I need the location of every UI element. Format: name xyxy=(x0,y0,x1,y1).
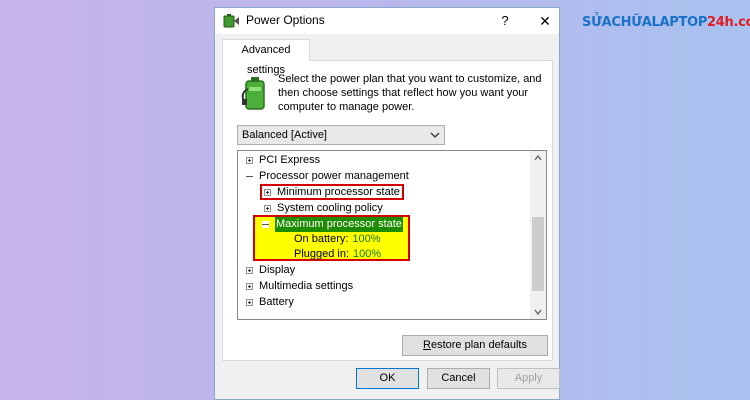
restore-hotkey-letter: R xyxy=(423,339,431,351)
tree-item-label: PCI Express xyxy=(259,154,321,166)
tab-advanced-settings[interactable]: Advanced settings xyxy=(222,39,310,76)
tree-item-label: Display xyxy=(259,264,296,276)
apply-button[interactable]: Apply xyxy=(497,368,560,389)
scroll-down-arrow-icon[interactable] xyxy=(534,308,542,316)
tree-item-label: System cooling policy xyxy=(277,202,383,214)
cancel-button[interactable]: Cancel xyxy=(427,368,490,389)
tree-item-battery[interactable]: Battery xyxy=(246,295,294,310)
tree-item-label: Processor power management xyxy=(259,170,409,182)
plugged-in-label: Plugged in: xyxy=(294,248,350,260)
plan-description: Select the power plan that you want to c… xyxy=(278,72,548,114)
tree-item-label: Minimum processor state xyxy=(277,186,400,198)
on-battery-label: On battery: xyxy=(294,233,349,245)
collapse-icon[interactable] xyxy=(246,173,253,180)
scroll-up-arrow-icon[interactable] xyxy=(534,154,542,162)
scrollbar-thumb[interactable] xyxy=(532,217,544,291)
collapse-icon[interactable] xyxy=(262,221,269,228)
close-button[interactable]: ✕ xyxy=(535,11,555,31)
expand-icon[interactable] xyxy=(264,189,271,196)
expand-icon[interactable] xyxy=(246,299,253,306)
on-battery-value[interactable]: 100% xyxy=(352,232,380,247)
description-line-2: then choose settings that reflect how yo… xyxy=(278,87,529,99)
tree-item-display[interactable]: Display xyxy=(246,263,295,278)
title-bar[interactable]: Power Options ? ✕ xyxy=(215,8,559,34)
expand-icon[interactable] xyxy=(246,157,253,164)
expand-icon[interactable] xyxy=(246,283,253,290)
tree-item-processor-power-management[interactable]: Processor power management xyxy=(246,169,409,184)
restore-plan-defaults-button[interactable]: Restore plan defaults xyxy=(402,335,548,356)
tree-item-label-selected: Maximum processor state xyxy=(275,217,403,232)
settings-tree[interactable]: PCI Express Processor power management M… xyxy=(237,150,547,320)
description-line-1: Select the power plan that you want to c… xyxy=(278,73,542,85)
advanced-settings-panel: Select the power plan that you want to c… xyxy=(222,60,553,361)
brand-logo-part-b: 24h.com xyxy=(707,14,750,30)
setting-on-battery[interactable]: On battery: 100% xyxy=(294,232,381,247)
power-plan-dropdown[interactable]: Balanced [Active] xyxy=(237,125,445,145)
power-options-icon xyxy=(223,14,239,28)
restore-button-label: estore plan defaults xyxy=(430,339,527,351)
brand-logo-text: SỬACHỮALAPTOP24h.com xyxy=(582,15,750,30)
help-button[interactable]: ? xyxy=(495,11,515,31)
ok-button[interactable]: OK xyxy=(356,368,419,389)
tree-item-pci-express[interactable]: PCI Express xyxy=(246,153,320,168)
tree-item-label: Battery xyxy=(259,296,294,308)
tree-item-maximum-processor-state[interactable]: Maximum processor state xyxy=(262,217,403,232)
expand-icon[interactable] xyxy=(246,267,253,274)
brand-logo-part-a: SỬACHỮALAPTOP xyxy=(582,14,708,30)
setting-plugged-in[interactable]: Plugged in: 100% xyxy=(294,247,381,262)
tree-item-system-cooling-policy[interactable]: System cooling policy xyxy=(264,201,383,216)
power-options-dialog: Power Options ? ✕ Advanced settings Sele… xyxy=(214,7,560,400)
plugged-in-value[interactable]: 100% xyxy=(353,247,381,262)
tree-item-minimum-processor-state[interactable]: Minimum processor state xyxy=(264,185,400,200)
tree-item-multimedia-settings[interactable]: Multimedia settings xyxy=(246,279,353,294)
description-line-3: computer to manage power. xyxy=(278,101,415,113)
brand-logo: SỬACHỮALAPTOP24h.com xyxy=(578,10,750,34)
expand-icon[interactable] xyxy=(264,205,271,212)
power-plan-dropdown-value: Balanced [Active] xyxy=(242,129,327,141)
tree-item-label: Multimedia settings xyxy=(259,280,354,292)
vertical-scrollbar[interactable] xyxy=(530,151,546,319)
window-title: Power Options xyxy=(246,13,325,27)
chevron-down-icon xyxy=(430,132,440,138)
